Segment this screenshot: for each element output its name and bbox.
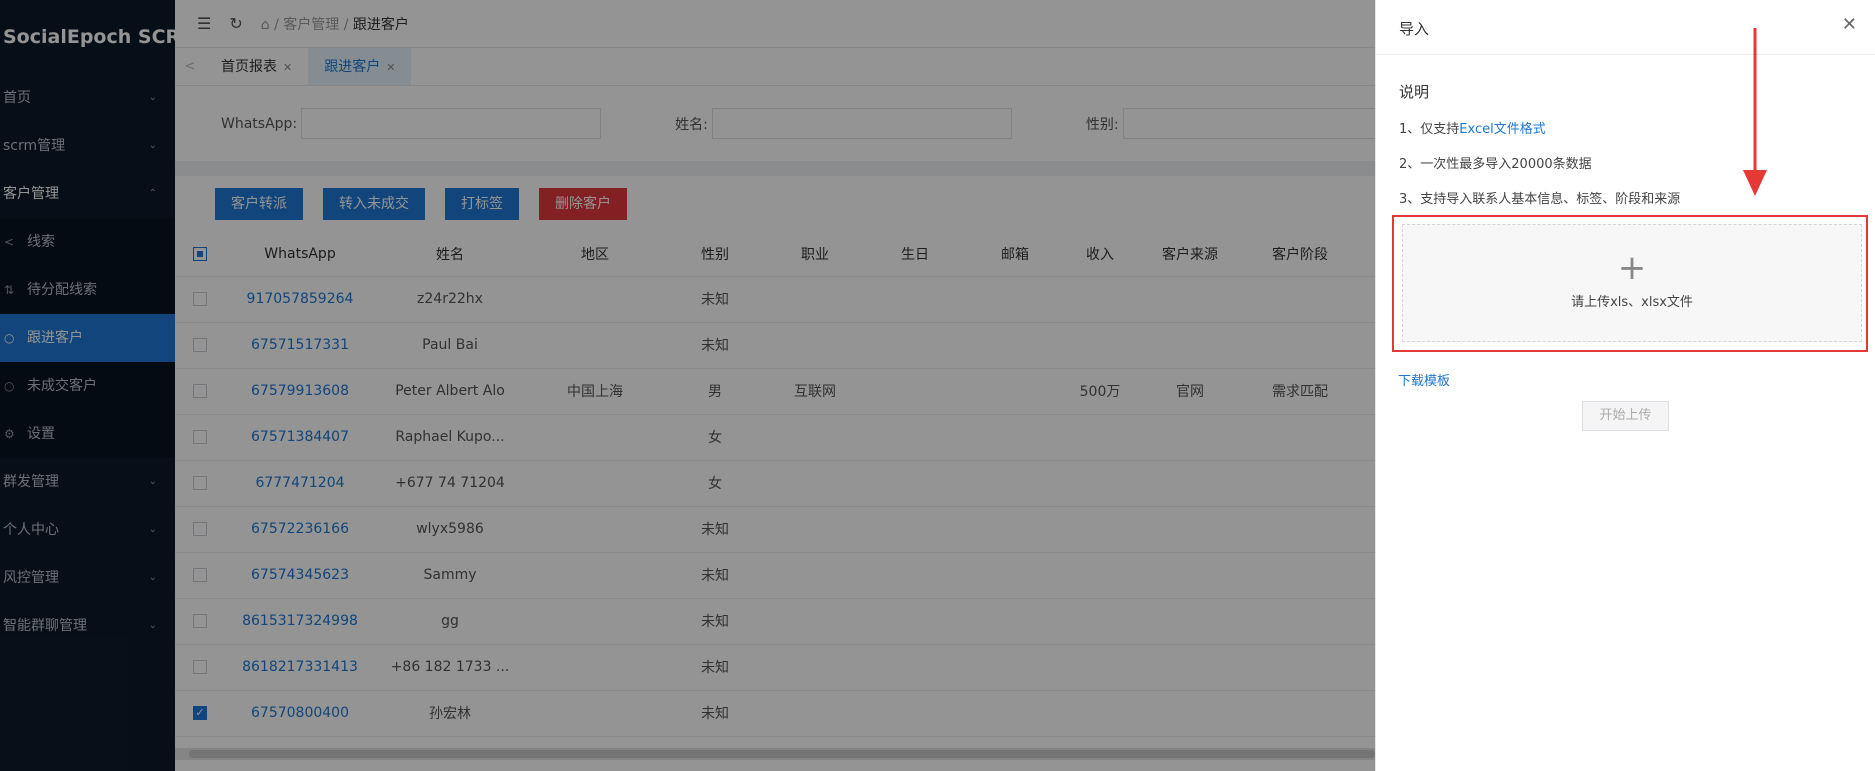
note-3: 3、支持导入联系人基本信息、标签、阶段和来源 <box>1399 192 1681 207</box>
download-template-link[interactable]: 下载模板 <box>1398 370 1450 389</box>
plus-icon: + <box>1617 248 1647 288</box>
note-2: 2、一次性最多导入20000条数据 <box>1399 157 1592 172</box>
start-upload-button[interactable]: 开始上传 <box>1582 401 1669 431</box>
drawer-body: 说明 1、仅支持Excel文件格式 2、一次性最多导入20000条数据 3、支持… <box>1376 81 1875 207</box>
drawer-title: 导入 <box>1399 20 1430 38</box>
note-1: 1、仅支持Excel文件格式 <box>1399 122 1546 137</box>
upload-dropzone[interactable]: + 请上传xls、xlsx文件 <box>1402 224 1862 342</box>
close-icon[interactable]: ✕ <box>1842 14 1857 35</box>
excel-format-link[interactable]: Excel文件格式 <box>1459 122 1545 137</box>
notes-title: 说明 <box>1399 83 1430 101</box>
upload-hint: 请上传xls、xlsx文件 <box>1571 295 1693 310</box>
red-arrow-annotation <box>1743 28 1767 196</box>
drawer-header: 导入 ✕ <box>1376 0 1875 55</box>
modal-overlay[interactable] <box>0 0 1375 771</box>
app: SocialEpoch SCRM 首页 ⌄ scrm管理 ⌄ 客户管理 ⌃ < … <box>0 0 1875 771</box>
